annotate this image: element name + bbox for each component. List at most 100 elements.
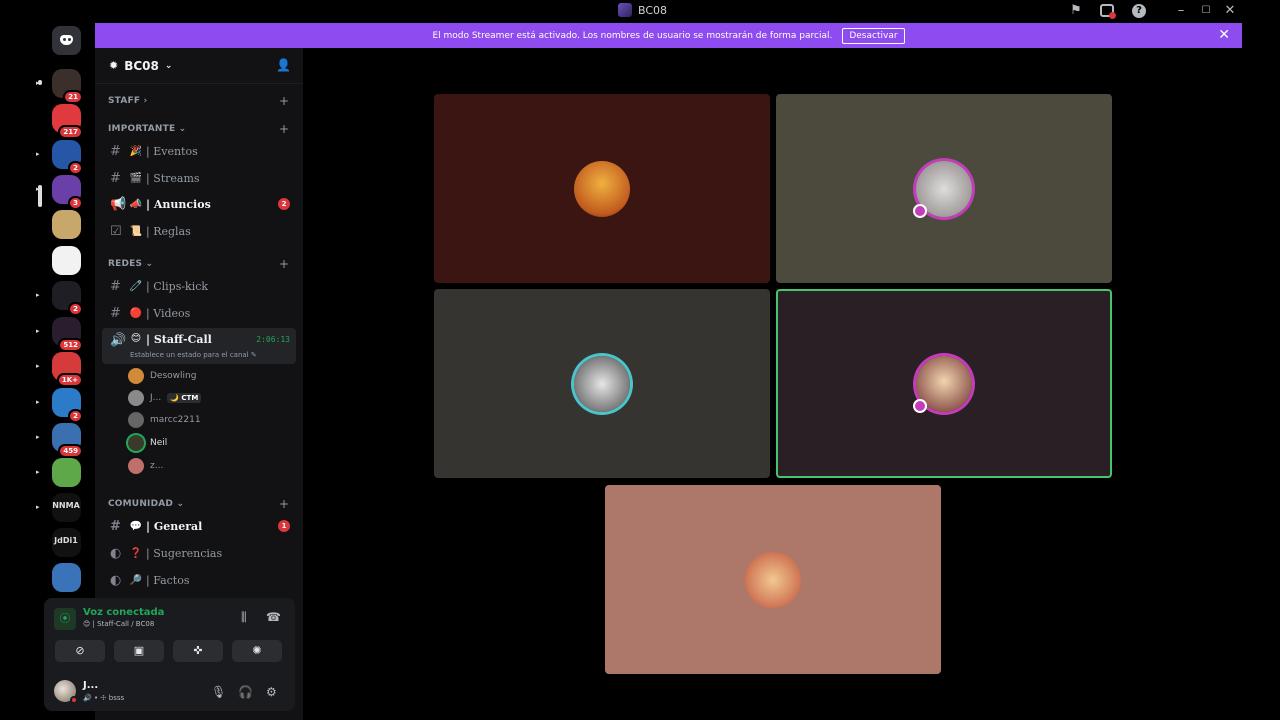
discord-home-icon[interactable] — [52, 26, 81, 55]
noise-suppression-icon[interactable]: ⫼ — [241, 610, 247, 625]
folder-chevron-icon[interactable]: ▸ — [36, 503, 40, 511]
close-icon[interactable]: ✕ — [1222, 3, 1238, 19]
channel-staff-call[interactable]: 🔊 😊 | Staff-Call 2:06:13 Establece un es… — [102, 328, 296, 364]
avatar — [574, 160, 630, 217]
clapper-icon: 🎬 — [129, 172, 143, 184]
server-icon[interactable] — [52, 458, 81, 487]
chevron-down-icon: ⌄ — [164, 60, 173, 71]
participant-tile[interactable] — [434, 94, 770, 283]
user-tag-text: CTM — [181, 394, 199, 402]
channel-reglas[interactable]: ☑ 📜 | Reglas — [102, 219, 296, 243]
category-redes[interactable]: REDES ⌄ — [108, 259, 153, 269]
channel-label: | General — [146, 519, 203, 533]
disconnect-icon[interactable]: ☎ — [266, 610, 281, 624]
folder-chevron-icon[interactable]: ▸ — [36, 327, 40, 335]
channel-eventos[interactable]: # 🎉 | Eventos — [102, 139, 296, 163]
participant-tile[interactable] — [605, 485, 941, 674]
channel-streams[interactable]: # 🎬 | Streams — [102, 166, 296, 190]
server-icon[interactable] — [52, 210, 81, 239]
hash-icon: # — [110, 143, 121, 159]
help-icon[interactable]: ? — [1132, 4, 1146, 18]
category-staff[interactable]: STAFF › — [108, 96, 147, 106]
mention-badge: 512 — [58, 338, 83, 352]
channel-videos[interactable]: # 🔴 | Videos — [102, 301, 296, 325]
server-icon[interactable] — [52, 246, 81, 275]
minimize-icon[interactable]: – — [1173, 3, 1189, 19]
voice-user[interactable]: marcc2211 — [128, 410, 201, 430]
voice-user[interactable]: J... 🌙 CTM — [128, 388, 202, 408]
folder-chevron-icon[interactable]: ▸ — [36, 150, 40, 158]
server-icon[interactable] — [52, 563, 81, 592]
camera-off-button[interactable]: ⊘ — [55, 640, 105, 662]
server-acronym: JdDi1 — [54, 536, 78, 545]
disable-streamer-button[interactable]: Desactivar — [842, 27, 905, 44]
server-icon[interactable]: 217 — [52, 104, 83, 139]
folder-chevron-icon[interactable]: ▸ — [36, 433, 40, 441]
settings-gear-icon[interactable]: ⚙ — [266, 685, 277, 699]
headphones-icon[interactable]: 🎧 — [238, 685, 253, 699]
folder-chevron-icon[interactable]: ▸ — [36, 362, 40, 370]
folder-chevron-icon[interactable]: ▸ — [36, 291, 40, 299]
avatar — [128, 435, 144, 451]
inbox-icon[interactable] — [1100, 4, 1116, 19]
create-channel-icon[interactable]: + — [279, 257, 289, 271]
dnd-status-icon — [70, 696, 78, 704]
mention-badge: 1K+ — [56, 373, 83, 387]
folder-chevron-icon[interactable]: ▸ — [36, 398, 40, 406]
participant-tile[interactable] — [776, 94, 1112, 283]
channel-factos[interactable]: ◐ 🔎 | Factos — [102, 568, 296, 592]
channel-status[interactable]: Establece un estado para el canal ✎ — [130, 351, 257, 359]
nitro-badge-icon — [913, 399, 927, 413]
category-comunidad[interactable]: COMUNIDAD ⌄ — [108, 499, 184, 509]
server-icon[interactable]: 2 — [52, 388, 83, 423]
server-icon[interactable]: 512 — [52, 317, 83, 352]
participant-tile-speaking[interactable] — [776, 289, 1112, 478]
server-header[interactable]: ✹ BC08 ⌄ 👤 — [95, 48, 303, 84]
server-icon[interactable]: JdDi1 — [52, 528, 81, 557]
channel-label: | Videos — [146, 306, 191, 320]
mention-badge: 2 — [68, 302, 83, 316]
voice-channel-link[interactable]: 😊 | Staff-Call / BC08 — [83, 620, 154, 628]
flag-icon[interactable]: ⚑ — [1068, 3, 1084, 19]
folder-chevron-icon[interactable]: ▸ — [36, 468, 40, 476]
add-member-icon[interactable]: 👤 — [276, 58, 291, 72]
voice-user[interactable]: Neil — [128, 433, 167, 453]
create-channel-icon[interactable]: + — [279, 94, 289, 108]
channel-clips-kick[interactable]: # 🧷 | Clips-kick — [102, 274, 296, 298]
voice-connected-label: Voz conectada — [83, 607, 165, 618]
mention-badge: 217 — [58, 125, 83, 139]
participant-tile[interactable] — [434, 289, 770, 478]
soundboard-button[interactable]: ✺ — [232, 640, 282, 662]
category-importante[interactable]: IMPORTANTE ⌄ — [108, 124, 186, 134]
channel-sugerencias[interactable]: ◐ ❓ | Sugerencias — [102, 541, 296, 565]
voice-user-name: J... — [150, 393, 162, 403]
streamer-mode-banner: El modo Streamer está activado. Los nomb… — [95, 23, 1242, 48]
category-label: COMUNIDAD — [108, 499, 174, 509]
forum-icon: ◐ — [110, 545, 122, 561]
activities-button[interactable]: ✜ — [173, 640, 223, 662]
loudspeaker-icon: 📣 — [129, 198, 143, 210]
screen-share-button[interactable]: ▣ — [114, 640, 164, 662]
server-icon[interactable]: 1K+ — [52, 352, 83, 387]
server-icon[interactable]: 21 — [52, 69, 83, 104]
server-icon[interactable]: 2 — [52, 140, 83, 175]
channel-label: | Anuncios — [146, 197, 211, 211]
channel-anuncios[interactable]: 📢 📣 | Anuncios 2 — [102, 192, 296, 216]
create-channel-icon[interactable]: + — [279, 122, 289, 136]
party-icon: 🎉 — [129, 145, 143, 157]
user-status: 🔊 • ☩ bsss — [83, 694, 125, 702]
voice-user[interactable]: Desowling — [128, 366, 196, 386]
gear-icon: ✹ — [109, 59, 119, 72]
server-icon[interactable]: 3 — [52, 175, 83, 210]
server-icon[interactable]: 459 — [52, 423, 83, 458]
banner-close-icon[interactable]: ✕ — [1218, 27, 1230, 43]
server-icon[interactable]: NNMA — [52, 493, 81, 522]
server-icon[interactable]: 2 — [52, 281, 83, 316]
channel-label: | Clips-kick — [146, 279, 209, 293]
voice-user[interactable]: z... — [128, 456, 163, 476]
create-channel-icon[interactable]: + — [279, 497, 289, 511]
maximize-icon[interactable]: ☐ — [1198, 3, 1214, 19]
channel-general[interactable]: # 💬 | General 1 — [102, 514, 296, 538]
microphone-icon[interactable]: 🎙 — [211, 685, 226, 699]
category-label: STAFF — [108, 96, 141, 106]
